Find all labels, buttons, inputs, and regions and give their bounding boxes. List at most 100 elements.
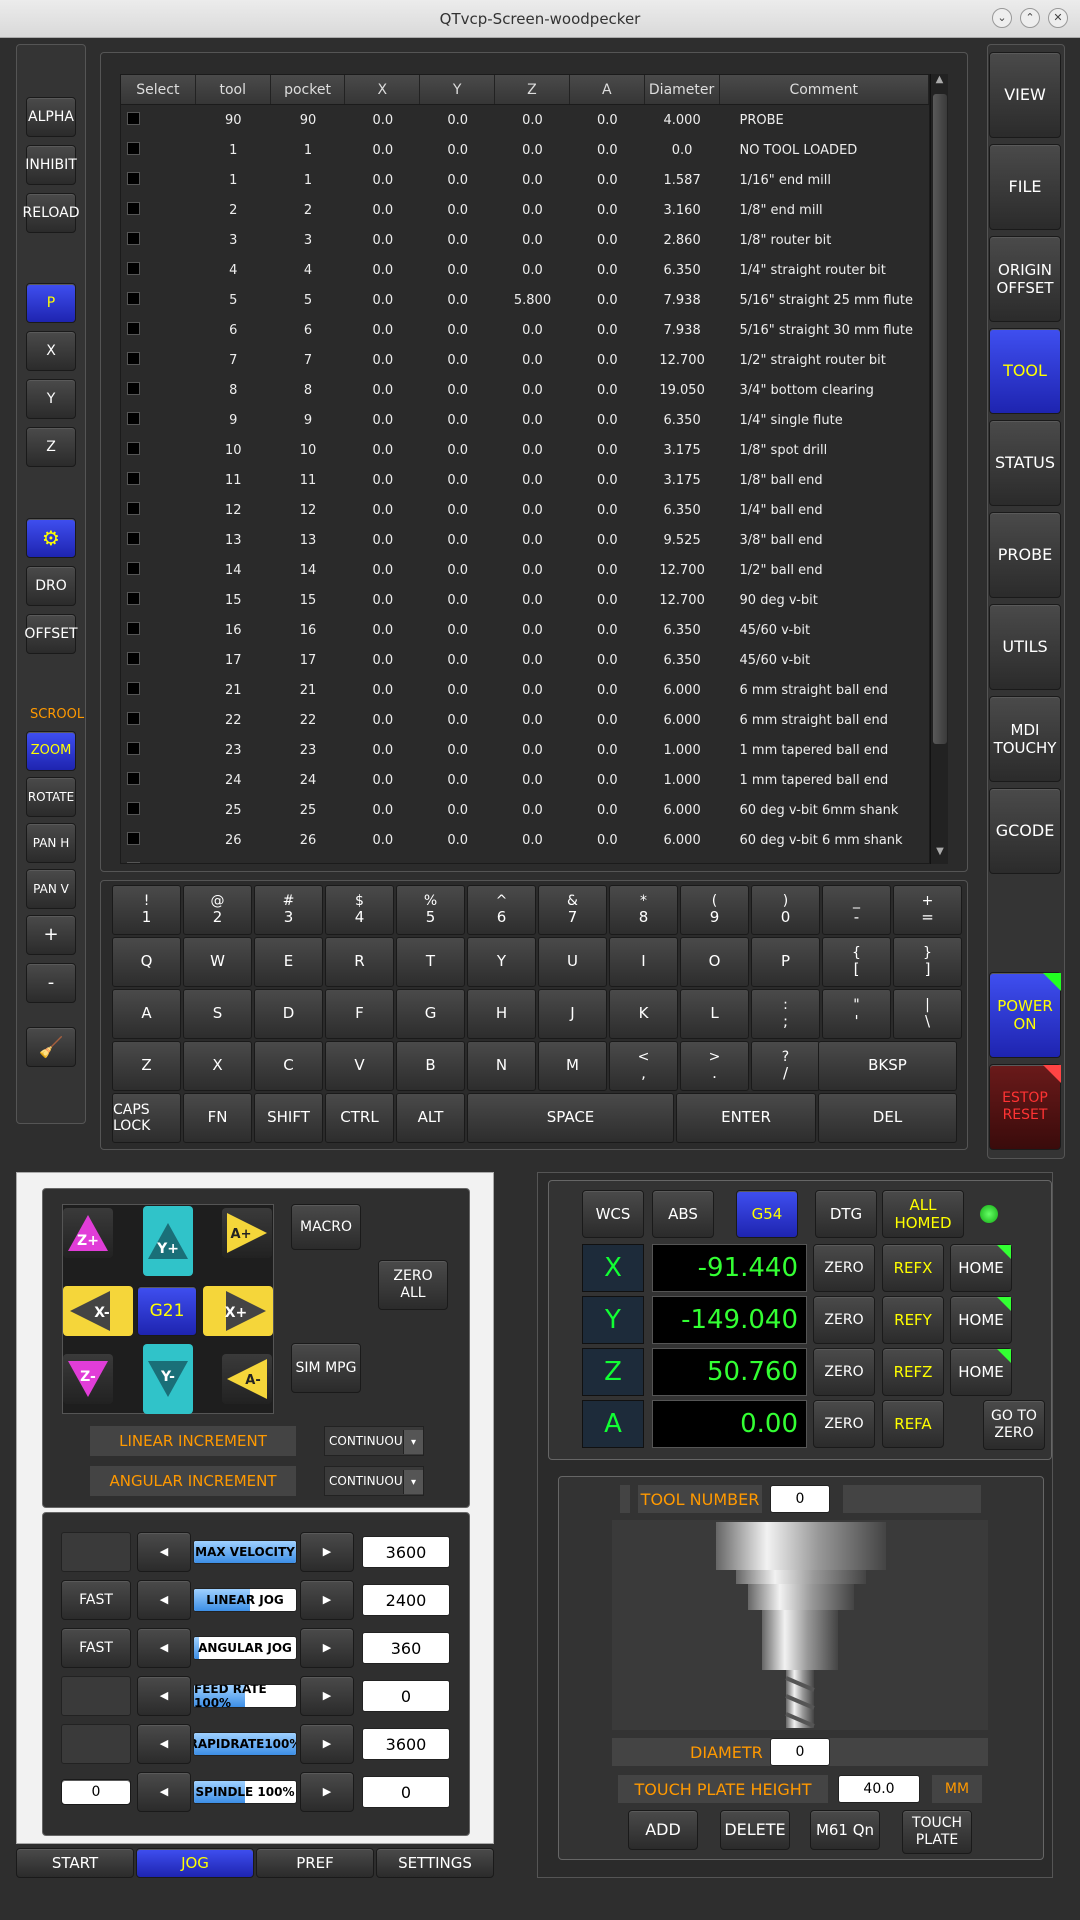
nav-probe-button[interactable]: PROBE bbox=[989, 512, 1061, 598]
wcs-button[interactable]: WCS bbox=[582, 1190, 644, 1238]
sim-mpg-button[interactable]: SIM MPG bbox=[291, 1343, 361, 1393]
clear-plot-button[interactable]: 🧹 bbox=[26, 1027, 76, 1067]
pan-v-button[interactable]: PAN V bbox=[26, 869, 76, 909]
jog-a-minus-button[interactable]: A- bbox=[222, 1354, 272, 1404]
decrease-icon[interactable]: ◀ bbox=[137, 1580, 191, 1620]
key-caps-lock[interactable]: CAPS LOCK bbox=[112, 1093, 181, 1143]
abs-button[interactable]: ABS bbox=[652, 1190, 714, 1238]
view-x-button[interactable]: X bbox=[26, 331, 76, 371]
select-checkbox[interactable] bbox=[127, 321, 140, 335]
zoom-in-button[interactable]: + bbox=[26, 915, 76, 955]
key-J[interactable]: J bbox=[538, 989, 607, 1039]
key-delete[interactable]: DEL bbox=[818, 1093, 957, 1143]
key-3[interactable]: #3 bbox=[254, 885, 323, 935]
g21-button[interactable]: G21 bbox=[137, 1286, 197, 1336]
maximize-icon[interactable]: ⌃ bbox=[1020, 8, 1040, 28]
table-row[interactable]: 1 1 0.0 0.0 0.0 0.0 1.587 1/16" end mill bbox=[121, 165, 929, 195]
select-checkbox[interactable] bbox=[127, 411, 140, 425]
nav-status-button[interactable]: STATUS bbox=[989, 420, 1061, 506]
key-N[interactable]: N bbox=[467, 1041, 536, 1091]
dtg-button[interactable]: DTG bbox=[815, 1190, 877, 1238]
select-checkbox[interactable] bbox=[127, 291, 140, 305]
select-checkbox[interactable] bbox=[127, 381, 140, 395]
key-T[interactable]: T bbox=[396, 937, 465, 987]
table-row[interactable]: 14 14 0.0 0.0 0.0 0.0 12.700 1/2" ball end bbox=[121, 555, 929, 585]
key-5[interactable]: % 5 bbox=[396, 885, 465, 935]
table-row[interactable]: 23 23 0.0 0.0 0.0 0.0 1.000 1 mm tapered ball e… bbox=[121, 735, 929, 765]
zero-a-button[interactable]: ZERO bbox=[813, 1400, 875, 1448]
touch-plate-height-field[interactable]: 40.0 bbox=[838, 1775, 920, 1803]
key-,[interactable]: <, bbox=[609, 1041, 678, 1091]
add-tool-button[interactable]: ADD bbox=[628, 1810, 698, 1850]
rate-slider[interactable]: SPINDLE 100% bbox=[193, 1780, 297, 1804]
m61-button[interactable]: M61 Qn bbox=[810, 1810, 880, 1850]
minimize-icon[interactable]: ⌄ bbox=[992, 8, 1012, 28]
key-\[interactable]: | \ bbox=[893, 989, 962, 1039]
decrease-icon[interactable]: ◀ bbox=[137, 1724, 191, 1764]
tool-table-scrollbar[interactable]: ▲ ▼ bbox=[930, 74, 948, 864]
increase-icon[interactable]: ▶ bbox=[300, 1580, 354, 1620]
increase-icon[interactable]: ▶ bbox=[300, 1772, 354, 1812]
tool-number-field[interactable]: 0 bbox=[770, 1485, 830, 1513]
key-shift[interactable]: SHIFT bbox=[254, 1093, 323, 1143]
tool-table[interactable]: Select tool pocket X Y Z A Diameter Comment 90 90… bbox=[120, 74, 930, 864]
select-checkbox[interactable] bbox=[127, 741, 140, 755]
column-header-tool[interactable]: tool bbox=[196, 75, 271, 104]
table-row[interactable]: 17 17 0.0 0.0 0.0 0.0 6.350 45/60 v-bit bbox=[121, 645, 929, 675]
jog-y-plus-button[interactable]: Y+ bbox=[143, 1206, 193, 1276]
scroll-up-icon[interactable]: ▲ bbox=[931, 74, 948, 92]
tab-jog[interactable]: JOG bbox=[136, 1848, 254, 1878]
table-row[interactable]: 21 21 0.0 0.0 0.0 0.0 6.000 6 mm straight ball … bbox=[121, 675, 929, 705]
jog-a-plus-button[interactable]: A+ bbox=[222, 1208, 272, 1258]
select-checkbox[interactable] bbox=[127, 231, 140, 245]
nav-file-button[interactable]: FILE bbox=[989, 144, 1061, 230]
key-fn[interactable]: FN bbox=[183, 1093, 252, 1143]
column-header-diameter[interactable]: Diameter bbox=[645, 75, 720, 104]
home-z-button[interactable]: HOME bbox=[950, 1348, 1012, 1396]
select-checkbox[interactable] bbox=[127, 591, 140, 605]
key--[interactable]: _ - bbox=[822, 885, 891, 935]
key-Z[interactable]: Z bbox=[112, 1041, 181, 1091]
pan-h-button[interactable]: PAN H bbox=[26, 823, 76, 863]
scrollbar-thumb[interactable] bbox=[933, 94, 947, 744]
key-;[interactable]: :; bbox=[751, 989, 820, 1039]
table-row[interactable]: 13 13 0.0 0.0 0.0 0.0 9.525 3/8" ball end bbox=[121, 525, 929, 555]
table-row[interactable]: 2 2 0.0 0.0 0.0 0.0 3.160 1/8" end mill bbox=[121, 195, 929, 225]
key-B[interactable]: B bbox=[396, 1041, 465, 1091]
table-row[interactable]: 4 4 0.0 0.0 0.0 0.0 6.350 1/4" straight router … bbox=[121, 255, 929, 285]
key-Q[interactable]: Q bbox=[112, 937, 181, 987]
table-row[interactable]: 10 10 0.0 0.0 0.0 0.0 3.175 1/8" spot drill bbox=[121, 435, 929, 465]
table-row[interactable]: 8 8 0.0 0.0 0.0 0.0 19.050 3/4" bottom clearing bbox=[121, 375, 929, 405]
table-row[interactable]: 15 15 0.0 0.0 0.0 0.0 12.700 90 deg v-bit bbox=[121, 585, 929, 615]
select-checkbox[interactable] bbox=[127, 261, 140, 275]
key-M[interactable]: M bbox=[538, 1041, 607, 1091]
decrease-icon[interactable]: ◀ bbox=[137, 1772, 191, 1812]
ref-y-button[interactable]: REFY bbox=[882, 1296, 944, 1344]
table-row[interactable]: 9 9 0.0 0.0 0.0 0.0 6.350 1/4" single flute bbox=[121, 405, 929, 435]
key-enter[interactable]: ENTER bbox=[676, 1093, 816, 1143]
key-X[interactable]: X bbox=[183, 1041, 252, 1091]
key-][interactable]: }] bbox=[893, 937, 962, 987]
scroll-down-icon[interactable]: ▼ bbox=[931, 846, 949, 864]
table-row[interactable]: 90 90 0.0 0.0 0.0 0.0 4.000 PROBE bbox=[121, 105, 929, 135]
key-R[interactable]: R bbox=[325, 937, 394, 987]
key-9[interactable]: (9 bbox=[680, 885, 749, 935]
increase-icon[interactable]: ▶ bbox=[300, 1724, 354, 1764]
key-alt[interactable]: ALT bbox=[396, 1093, 465, 1143]
zero-y-button[interactable]: ZERO bbox=[813, 1296, 875, 1344]
key-P[interactable]: P bbox=[751, 937, 820, 987]
zoom-button[interactable]: ZOOM bbox=[26, 731, 76, 771]
key-D[interactable]: D bbox=[254, 989, 323, 1039]
table-row[interactable]: 25 25 0.0 0.0 0.0 0.0 6.000 60 deg v-bit 6mm sh… bbox=[121, 795, 929, 825]
rate-side-button[interactable]: FAST bbox=[61, 1628, 131, 1668]
column-header-y[interactable]: Y bbox=[420, 75, 496, 104]
tab-settings[interactable]: SETTINGS bbox=[376, 1848, 494, 1878]
zero-x-button[interactable]: ZERO bbox=[813, 1244, 875, 1292]
rate-slider[interactable]: ANGULAR JOG bbox=[193, 1636, 297, 1660]
key-2[interactable]: @2 bbox=[183, 885, 252, 935]
offset-button[interactable]: OFFSET bbox=[24, 614, 78, 654]
view-y-button[interactable]: Y bbox=[26, 379, 76, 419]
rate-slider[interactable]: FEED RATE 100% bbox=[193, 1684, 297, 1708]
jog-x-plus-button[interactable]: X+ bbox=[203, 1286, 273, 1336]
zero-z-button[interactable]: ZERO bbox=[813, 1348, 875, 1396]
